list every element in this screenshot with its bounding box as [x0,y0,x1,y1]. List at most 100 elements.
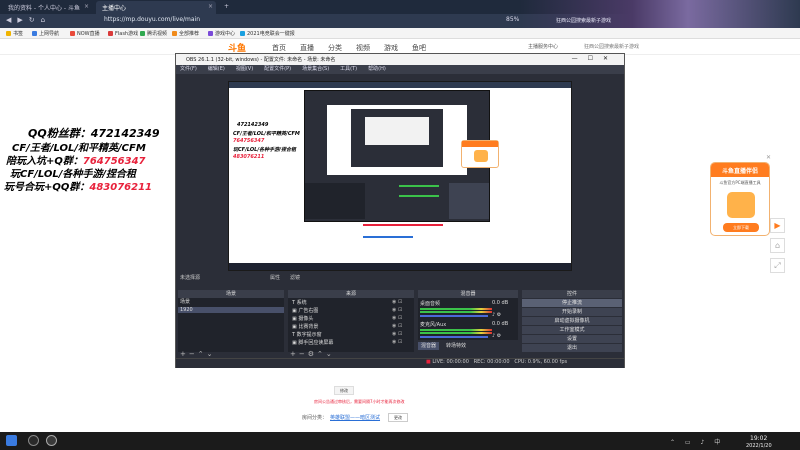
bookmark-item[interactable]: 全部推荐 [172,30,199,37]
source-item[interactable]: ▣ 摄像头 [292,315,313,322]
studio-mode-button[interactable]: 工作室模式 [522,326,622,334]
menu-file[interactable]: 文件(F) [180,66,197,72]
search-icon[interactable] [28,435,39,446]
speaker-icon[interactable]: ♪ ⚙ [492,333,501,339]
back-icon[interactable]: ◀ [6,16,17,24]
source-item[interactable]: ▣ 广告右图 [292,307,318,314]
home-icon[interactable]: ⌂ [41,16,51,24]
hero-search-text[interactable]: 狂西公园搜索最新子游戏 [556,17,611,24]
promo-card[interactable]: 斗鱼直播伴侣 斗鱼官方PC端直播工具 立即下载 [710,162,770,236]
site-nav-game[interactable]: 游戏 [384,43,398,53]
move-up-icon[interactable]: ⌃ [317,350,326,358]
forward-icon[interactable]: ▶ [17,16,28,24]
virtual-camera-button[interactable]: 启动虚拟摄像机 [522,317,622,325]
user-center-link[interactable]: 主播服务中心 [528,43,558,50]
visibility-eye-icon[interactable]: ◉ ⊡ [392,299,402,305]
properties-button[interactable]: 属性 [270,275,280,281]
nested-obs-window [351,109,443,167]
source-item[interactable]: ▣ 比赛背景 [292,323,318,330]
visibility-eye-icon[interactable]: ◉ ⊡ [392,323,402,329]
obs-preview-canvas[interactable]: 472142349 CF/王者/LOL/和平精英/CFM 764756347 玩… [228,81,572,271]
add-icon[interactable]: + [290,350,299,358]
bookmark-item[interactable]: Flash游戏 [108,30,138,37]
remove-icon[interactable]: − [299,350,308,358]
promo-download-button[interactable]: 立即下载 [723,223,759,232]
game-icon [208,31,213,36]
stop-streaming-button[interactable]: 停止推流 [522,299,622,307]
scene-item-selected[interactable]: 1920 [178,307,284,313]
scene-dock-tools[interactable]: +−⌃⌄ [180,350,216,358]
bookmark-item[interactable]: 上网导航 [32,30,59,37]
gear-icon[interactable]: ⚙ [308,350,317,358]
scene-item[interactable]: 场景 [178,298,284,305]
bookmark-item[interactable]: 2021电竞联会一键报 [240,30,295,37]
menu-tools[interactable]: 工具(T) [340,66,357,72]
site-nav-yuba[interactable]: 鱼吧 [412,43,426,53]
address-bar[interactable]: https://mp.douyu.com/live/main [100,16,510,26]
settings-button[interactable]: 设置 [522,335,622,343]
clock-time[interactable]: 19:02 [750,435,767,442]
visibility-eye-icon[interactable]: ◉ ⊡ [392,331,402,337]
remove-icon[interactable]: − [189,350,198,358]
move-down-icon[interactable]: ⌄ [207,350,216,358]
system-tray[interactable]: ⌃ ▭ ♪ 中 [670,437,724,446]
add-icon[interactable]: + [180,350,189,358]
zoom-level[interactable]: 85% [506,16,519,23]
site-nav-video[interactable]: 视频 [356,43,370,53]
audio-meter [420,332,492,334]
close-tab-icon[interactable]: × [208,3,213,10]
tab-transitions[interactable]: 转场特效 [443,342,469,350]
site-nav-category[interactable]: 分类 [328,43,342,53]
change-category-button[interactable]: 更改 [388,413,408,422]
browser-tab-profile[interactable]: 我的资料 - 个人中心 - 斗鱼 × [2,1,92,14]
promo-close-icon[interactable]: ✕ [766,154,771,161]
source-item[interactable]: T 数字提示窗 [292,331,322,338]
move-up-icon[interactable]: ⌃ [198,350,207,358]
visibility-eye-icon[interactable]: ◉ ⊡ [392,339,402,345]
menu-edit[interactable]: 编辑(E) [208,66,225,72]
tab-mixer[interactable]: 混音器 [418,342,440,350]
menu-view[interactable]: 视图(V) [236,66,253,72]
visibility-eye-icon[interactable]: ◉ ⊡ [392,307,402,313]
bookmark-item[interactable]: NOW直播 [70,30,100,37]
bookmark-item[interactable]: 游戏中心 [208,30,235,37]
menu-help[interactable]: 帮助(H) [368,66,386,72]
bookmark-item[interactable]: 腾讯视频 [140,30,167,37]
menu-scene-collection[interactable]: 场景集合(S) [302,66,329,72]
source-dock-tools[interactable]: +−⚙⌃⌄ [290,350,335,358]
captured-ad-1: 472142349 [237,122,269,128]
obs-title-bar[interactable]: OBS 26.1.1 (32-bit, windows) - 配置文件: 未命名… [176,54,624,65]
play-icon[interactable]: ▶ [770,218,785,233]
globe-icon [32,31,37,36]
visibility-eye-icon[interactable]: ◉ ⊡ [392,315,402,321]
reload-icon[interactable]: ↻ [29,16,41,24]
site-search-hint[interactable]: 狂西公园搜索最新子游戏 [584,43,639,50]
exit-button[interactable]: 退出 [522,344,622,352]
source-item[interactable]: T 系统 [292,299,307,306]
obs-taskbar-icon[interactable] [46,435,57,446]
volume-slider[interactable] [420,315,488,317]
obs-window[interactable]: OBS 26.1.1 (32-bit, windows) - 配置文件: 未命名… [175,53,625,368]
start-recording-button[interactable]: 开始录制 [522,308,622,316]
site-nav-live[interactable]: 直播 [300,43,314,53]
speaker-icon[interactable]: ♪ ⚙ [492,312,501,318]
clock-date[interactable]: 2022/1/20 [746,443,772,449]
site-nav-home[interactable]: 首页 [272,43,286,53]
modify-notice-button[interactable]: 修改 [334,386,354,395]
close-tab-icon[interactable]: × [84,3,89,10]
obs-window-controls[interactable]: —☐✕ [572,55,618,62]
filters-button[interactable]: 滤镜 [290,275,300,281]
home-icon[interactable]: ⌂ [770,238,785,253]
trophy-icon [240,31,245,36]
expand-icon[interactable]: ⤢ [770,258,785,273]
move-down-icon[interactable]: ⌄ [326,350,335,358]
bookmark-item[interactable]: 书签 [6,30,23,37]
room-category-link[interactable]: 英雄联盟——暗区测试 [330,414,380,421]
new-tab-button[interactable]: + [218,1,230,14]
windows-start-icon[interactable] [6,435,17,446]
nav-buttons[interactable]: ◀▶↻⌂ [6,16,51,24]
menu-profile[interactable]: 配置文件(P) [264,66,291,72]
source-item[interactable]: ▣ 脚手回应读屏幕 [292,339,333,346]
browser-tab-streamer[interactable]: 主播中心 × [96,1,216,14]
volume-slider[interactable] [420,336,488,338]
